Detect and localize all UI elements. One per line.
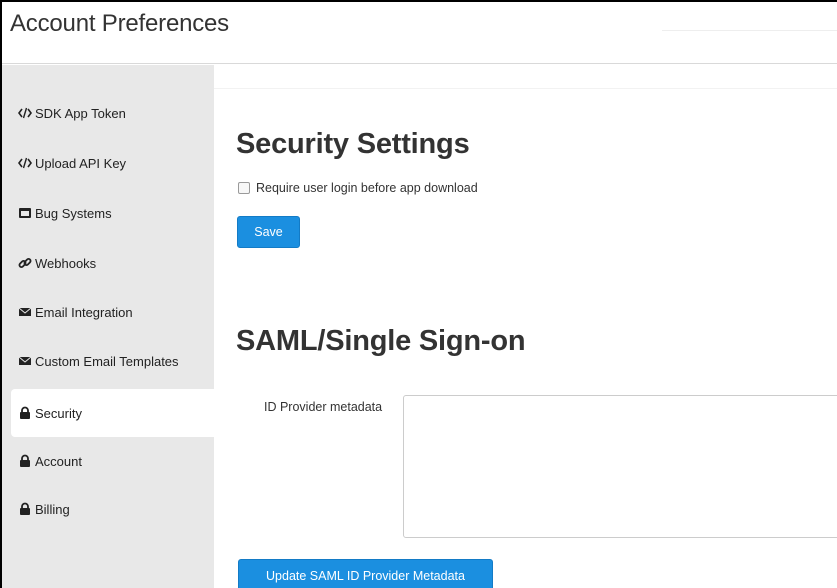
require-login-label: Require user login before app download — [256, 181, 478, 195]
sidebar-item-webhooks[interactable]: Webhooks — [2, 242, 214, 284]
sidebar-item-email-integration[interactable]: Email Integration — [2, 291, 214, 333]
sidebar: SDK App Token Upload API Key Bug Systems… — [2, 65, 214, 588]
save-button[interactable]: Save — [237, 216, 300, 248]
sidebar-item-label: Account — [35, 453, 82, 469]
security-panel: Security Settings Require user login bef… — [214, 88, 837, 588]
link-icon — [18, 256, 32, 270]
security-settings-heading: Security Settings — [236, 128, 470, 160]
sidebar-item-sdk-app-token[interactable]: SDK App Token — [2, 92, 214, 134]
id-provider-metadata-textarea[interactable] — [403, 395, 837, 538]
sidebar-item-label: Security — [35, 405, 82, 421]
app-window: Account Preferences SDK App Token Upload… — [0, 0, 837, 588]
code-icon — [18, 106, 32, 120]
window-icon — [18, 206, 32, 220]
sidebar-item-label: Bug Systems — [35, 205, 112, 221]
code-icon — [18, 156, 32, 170]
lock-icon — [18, 454, 32, 468]
saml-heading: SAML/Single Sign-on — [236, 325, 526, 357]
lock-icon — [18, 406, 32, 420]
require-login-checkbox[interactable] — [238, 182, 250, 194]
sidebar-item-label: Custom Email Templates — [35, 353, 179, 369]
sidebar-item-custom-email-templates[interactable]: Custom Email Templates — [2, 340, 214, 382]
sidebar-item-billing[interactable]: Billing — [2, 488, 214, 530]
top-bar: Account Preferences — [2, 2, 837, 64]
id-provider-metadata-label: ID Provider metadata — [264, 400, 383, 414]
lock-icon — [18, 502, 32, 516]
envelope-icon — [18, 354, 32, 368]
envelope-icon — [18, 305, 32, 319]
top-divider — [662, 30, 837, 31]
require-login-row[interactable]: Require user login before app download — [238, 181, 478, 195]
sidebar-item-label: Webhooks — [35, 255, 97, 271]
update-saml-metadata-button[interactable]: Update SAML ID Provider Metadata — [238, 559, 493, 588]
sidebar-item-bug-systems[interactable]: Bug Systems — [2, 192, 214, 234]
page-title: Account Preferences — [10, 10, 229, 37]
sidebar-item-security[interactable]: Security — [11, 389, 214, 437]
sidebar-item-label: Billing — [35, 501, 70, 517]
sidebar-item-label: Email Integration — [35, 304, 133, 320]
sidebar-item-upload-api-key[interactable]: Upload API Key — [2, 142, 214, 184]
sidebar-item-label: SDK App Token — [35, 105, 126, 121]
sidebar-item-label: Upload API Key — [35, 155, 127, 171]
sidebar-item-account[interactable]: Account — [2, 440, 214, 482]
